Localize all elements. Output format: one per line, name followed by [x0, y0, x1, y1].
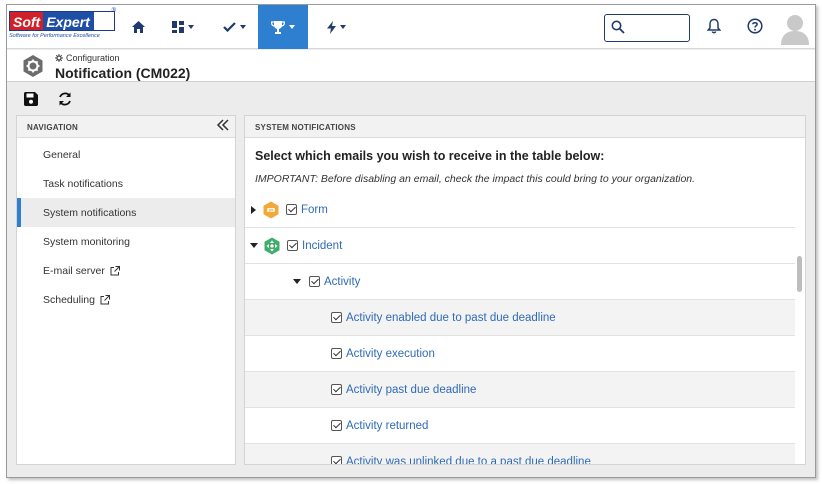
collapse-panel-button[interactable] — [216, 119, 230, 133]
nav-dashboard-button[interactable] — [165, 5, 201, 49]
incident-checkbox[interactable] — [287, 240, 298, 251]
panel-heading-label: SYSTEM NOTIFICATIONS — [255, 123, 356, 132]
tree-node-label[interactable]: Activity past due deadline — [346, 384, 476, 396]
breadcrumb[interactable]: Configuration — [55, 53, 120, 63]
nav-tasks-button[interactable] — [217, 5, 251, 49]
refresh-icon — [59, 92, 71, 106]
notification-checkbox[interactable] — [331, 348, 342, 359]
external-link-icon — [100, 294, 110, 304]
tree-node-label[interactable]: Activity — [324, 276, 360, 288]
tree-row-incident: Incident — [245, 228, 795, 264]
search-icon — [611, 20, 625, 34]
sidebar-item-label: System monitoring — [43, 235, 130, 248]
tree-node-label[interactable]: Incident — [302, 240, 342, 252]
logo-wordmark: Soft Expert ® — [9, 8, 116, 31]
nav-actions-button[interactable] — [319, 5, 353, 49]
user-silhouette-icon — [779, 11, 811, 45]
configuration-hexagon-icon — [23, 55, 43, 77]
tree-node-label[interactable]: Activity returned — [346, 420, 428, 432]
double-chevron-left-icon — [216, 119, 229, 131]
sidebar-item-label: Task notifications — [43, 177, 123, 190]
page-header: Configuration Notification (CM022) — [7, 50, 815, 82]
sidebar-item-task-notifications[interactable]: Task notifications — [17, 169, 235, 198]
collapse-arrow-icon[interactable] — [250, 243, 258, 248]
page-title: Notification (CM022) — [55, 65, 191, 81]
sidebar-item-system-notifications[interactable]: System notifications — [17, 198, 235, 227]
nav-trophy-button[interactable] — [258, 5, 308, 49]
collapse-arrow-icon[interactable] — [293, 279, 301, 284]
chevron-down-icon — [339, 25, 346, 29]
help-button[interactable] — [747, 18, 763, 37]
search-box[interactable] — [604, 14, 690, 42]
app-window: Soft Expert ® Software for Performance E… — [6, 4, 816, 478]
chevron-down-icon — [239, 25, 246, 29]
sidebar-item-general[interactable]: General — [17, 140, 235, 169]
logo-soft-text: Soft — [10, 12, 44, 30]
bell-icon — [706, 18, 722, 34]
panel-heading: SYSTEM NOTIFICATIONS — [245, 116, 805, 138]
navigation-panel: NAVIGATION General Task notifications Sy… — [16, 115, 236, 465]
gear-icon — [55, 54, 63, 62]
tree-row-activity-past-due: Activity past due deadline — [245, 372, 795, 408]
toolbar — [7, 83, 815, 113]
chevron-down-icon — [188, 25, 194, 29]
logo-tagline: Software for Performance Excellence — [9, 33, 100, 39]
refresh-button[interactable] — [55, 89, 75, 109]
system-notifications-panel: SYSTEM NOTIFICATIONS Select which emails… — [244, 115, 806, 465]
notification-checkbox[interactable] — [331, 420, 342, 431]
search-input[interactable] — [629, 18, 685, 38]
chevron-down-icon — [289, 25, 295, 29]
help-icon — [747, 18, 763, 34]
vertical-scrollbar[interactable] — [797, 256, 802, 292]
sidebar-item-email-server[interactable]: E-mail server — [17, 256, 235, 285]
instruction-text: Select which emails you wish to receive … — [255, 149, 605, 163]
sidebar-item-label: Scheduling — [43, 293, 95, 306]
important-note: IMPORTANT: Before disabling an email, ch… — [255, 173, 696, 185]
tree-row-activity-returned: Activity returned — [245, 408, 795, 444]
tree-node-label[interactable]: Activity execution — [346, 348, 435, 360]
notifications-button[interactable] — [706, 18, 722, 37]
softexpert-logo[interactable]: Soft Expert ® Software for Performance E… — [9, 8, 116, 43]
logo-expert-text: Expert — [43, 12, 94, 30]
notification-checkbox[interactable] — [331, 384, 342, 395]
save-icon — [24, 92, 38, 106]
tree-node-label[interactable]: Form — [301, 204, 328, 216]
notification-checkbox[interactable] — [331, 312, 342, 323]
sidebar-item-label: E-mail server — [43, 264, 105, 277]
notification-checkbox[interactable] — [331, 456, 342, 464]
trophy-icon — [271, 20, 285, 34]
navigation-heading: NAVIGATION — [17, 116, 235, 138]
lightning-icon — [326, 20, 336, 34]
checkmark-icon — [222, 22, 236, 32]
sidebar-item-label: System notifications — [43, 206, 137, 219]
save-button[interactable] — [21, 89, 41, 109]
dashboard-icon — [172, 21, 184, 33]
nav-home-button[interactable] — [125, 5, 151, 49]
expand-arrow-icon[interactable] — [251, 205, 256, 214]
home-icon — [131, 21, 145, 33]
user-avatar[interactable] — [779, 11, 811, 45]
sidebar-item-scheduling[interactable]: Scheduling — [17, 285, 235, 314]
sidebar-item-label: General — [43, 148, 81, 161]
tree-row-activity-execution: Activity execution — [245, 336, 795, 372]
form-module-icon: SY — [263, 201, 279, 218]
navigation-heading-label: NAVIGATION — [27, 123, 79, 132]
tree-row-activity: Activity — [245, 264, 795, 300]
tree-row-activity-enabled: Activity enabled due to past due deadlin… — [245, 300, 795, 336]
activity-checkbox[interactable] — [309, 276, 320, 287]
logo-registered-mark: ® — [111, 8, 116, 14]
external-link-icon — [110, 265, 120, 275]
tree-node-label[interactable]: Activity enabled due to past due deadlin… — [346, 312, 556, 324]
incident-module-icon — [264, 237, 280, 254]
form-checkbox[interactable] — [286, 204, 297, 215]
tree-row-form: SY Form — [245, 192, 795, 228]
tree-row-activity-unlinked: Activity was unlinked due to a past due … — [245, 444, 795, 465]
sidebar-item-system-monitoring[interactable]: System monitoring — [17, 227, 235, 256]
breadcrumb-label: Configuration — [66, 53, 120, 63]
top-bar: Soft Expert ® Software for Performance E… — [7, 5, 815, 49]
tree-node-label[interactable]: Activity was unlinked due to a past due … — [346, 456, 591, 465]
